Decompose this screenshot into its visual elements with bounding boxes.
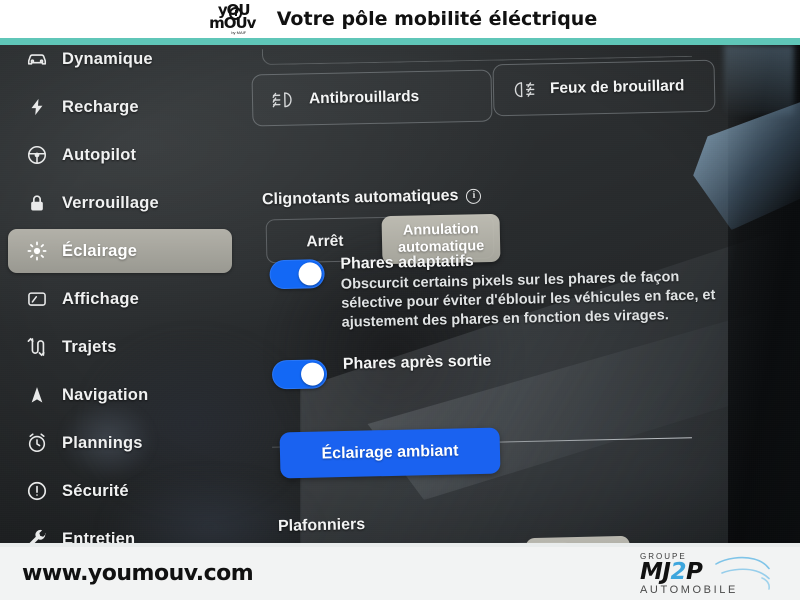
sidebar-item-label: Recharge <box>62 97 139 116</box>
sidebar-item-label: Autopilot <box>62 145 137 164</box>
settings-ui: Dynamique Recharge Autopilot Verrouillag… <box>0 45 800 547</box>
vehicle-touchscreen-photo: Dynamique Recharge Autopilot Verrouillag… <box>0 45 800 547</box>
ambient-lighting-button[interactable]: Éclairage ambiant <box>279 427 501 479</box>
route-icon <box>26 336 48 358</box>
banner-accent-rule-bottom <box>0 543 800 547</box>
ceiling-lights-label-text: Plafonniers <box>277 516 366 535</box>
sidebar-item-eclairage[interactable]: Éclairage <box>8 229 232 273</box>
dealer-automobile-label: AUTOMOBILE <box>640 583 738 596</box>
dealer-name-right: P <box>685 558 703 585</box>
dealer-name-left: MJ <box>640 558 671 585</box>
sidebar-item-dynamique[interactable]: Dynamique <box>8 45 232 81</box>
settings-main-pane: Antibrouillards Feux de brouillard Clign… <box>240 45 800 547</box>
sidebar-item-securite[interactable]: Sécurité <box>8 469 232 513</box>
toggle-knob <box>300 362 325 386</box>
ceiling-lights-section-label: Plafonniers <box>278 516 366 536</box>
mj2p-dealer-logo: GROUPE MJ2P AUTOMOBILE <box>636 551 786 597</box>
headlights-after-exit-row: Phares après sortie <box>271 353 492 390</box>
sidebar-item-label: Affichage <box>62 289 139 308</box>
adaptive-headlights-description: Obscurcit certains pixels sur les phares… <box>340 269 716 331</box>
adaptive-headlights-toggle[interactable] <box>269 259 325 290</box>
auto-signals-section-label: Clignotants automatiques i <box>262 187 482 210</box>
screenshot-root: yOU mOUv by MAIF Votre pôle mobilité élé… <box>0 0 800 600</box>
fog-lamps-button[interactable]: Antibrouillards <box>251 69 493 127</box>
youmouv-logo: yOU mOUv by MAIF <box>203 2 265 35</box>
banner-accent-rule-top <box>0 38 800 45</box>
lock-icon <box>26 192 48 214</box>
auto-signals-option-line1: Annulation <box>402 221 479 239</box>
sidebar-item-verrouillage[interactable]: Verrouillage <box>8 181 232 225</box>
warning-icon <box>26 480 48 502</box>
youmouv-logo-sub: by MAIF <box>231 29 247 35</box>
dealer-name: MJ2P <box>640 558 703 585</box>
sun-icon <box>26 240 48 262</box>
sidebar-item-label: Dynamique <box>62 49 153 68</box>
car-icon <box>26 48 48 70</box>
sidebar-item-trajets[interactable]: Trajets <box>8 325 232 369</box>
headlights-after-exit-toggle[interactable] <box>271 359 328 390</box>
fog-lamp-front-icon <box>510 79 540 100</box>
settings-sidebar[interactable]: Dynamique Recharge Autopilot Verrouillag… <box>0 45 240 547</box>
headlights-after-exit-title: Phares après sortie <box>342 352 492 373</box>
fog-lamps-label: Antibrouillards <box>308 88 420 108</box>
fog-lights-button[interactable]: Feux de brouillard <box>492 59 716 117</box>
top-banner: yOU mOUv by MAIF Votre pôle mobilité élé… <box>0 0 800 38</box>
sidebar-item-label: Verrouillage <box>62 193 159 212</box>
sidebar-item-label: Navigation <box>62 385 149 404</box>
ambient-lighting-label: Éclairage ambiant <box>321 442 459 463</box>
sidebar-item-plannings[interactable]: Plannings <box>8 421 232 465</box>
sidebar-item-autopilot[interactable]: Autopilot <box>8 133 232 177</box>
navigation-icon <box>26 384 48 406</box>
banner-tagline: Votre pôle mobilité éléctrique <box>276 8 598 30</box>
alarm-icon <box>26 432 48 454</box>
adaptive-headlights-text: Phares adaptatifs Obscurcit certains pix… <box>340 247 742 333</box>
sidebar-item-recharge[interactable]: Recharge <box>8 85 232 129</box>
sidebar-item-label: Plannings <box>62 433 143 452</box>
sidebar-item-label: Trajets <box>62 337 117 356</box>
sidebar-item-label: Éclairage <box>62 241 138 260</box>
website-url[interactable]: www.youmouv.com <box>22 561 254 586</box>
bolt-icon <box>26 96 48 118</box>
sidebar-item-affichage[interactable]: Affichage <box>8 277 232 321</box>
adaptive-headlights-row: Phares adaptatifs Obscurcit certains pix… <box>269 247 742 335</box>
fog-lights-label: Feux de brouillard <box>549 77 685 98</box>
toggle-knob <box>298 262 322 286</box>
sidebar-item-label: Sécurité <box>62 481 129 500</box>
sidebar-item-navigation[interactable]: Navigation <box>8 373 232 417</box>
bottom-banner: www.youmouv.com GROUPE MJ2P AUTOMOBILE <box>0 547 800 600</box>
headlights-after-exit-text: Phares après sortie <box>343 353 492 374</box>
steering-icon <box>26 144 48 166</box>
info-icon[interactable]: i <box>466 188 482 204</box>
dealer-name-accent: 2 <box>670 558 686 585</box>
auto-signals-label-text: Clignotants automatiques <box>261 187 459 209</box>
display-icon <box>26 288 48 310</box>
auto-signals-option-off[interactable]: Arrêt <box>270 227 381 257</box>
fog-lamp-rear-icon <box>269 90 299 111</box>
youmouv-logo-ring <box>228 7 242 20</box>
